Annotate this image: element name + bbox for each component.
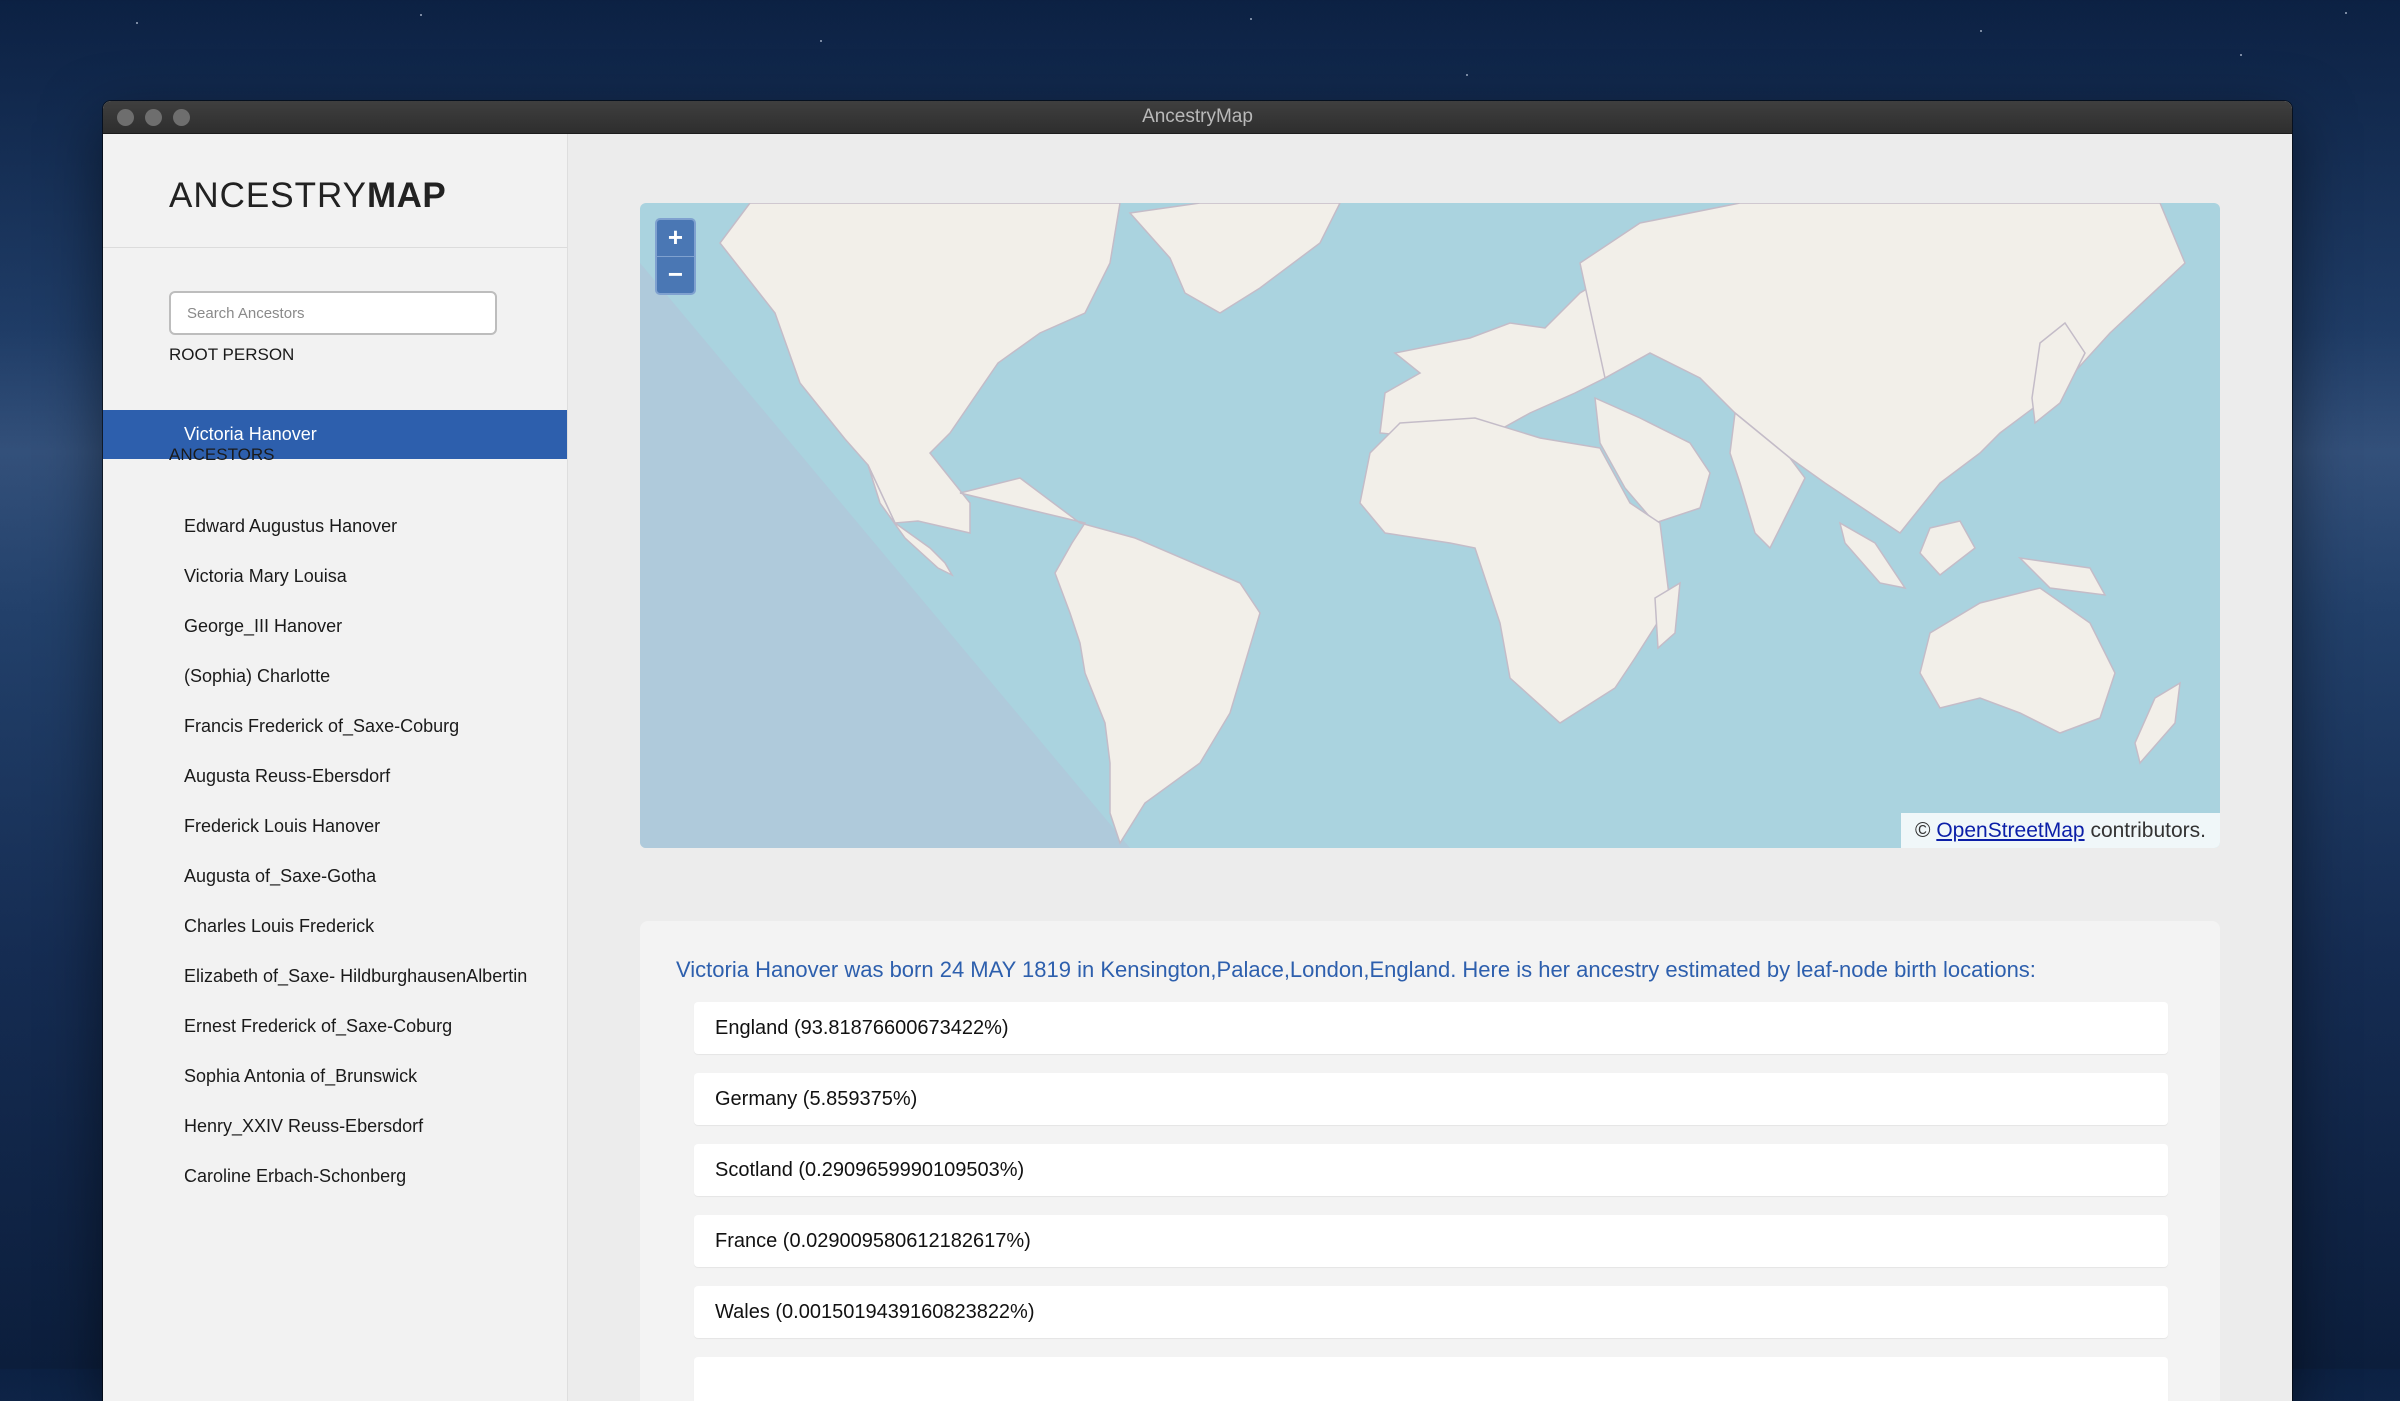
ancestor-item[interactable]: Elizabeth of_Saxe- HildburghausenAlberti… (103, 951, 567, 1001)
window-title: AncestryMap (1142, 106, 1253, 127)
divider (103, 247, 567, 248)
birth-summary: Victoria Hanover was born 24 MAY 1819 in… (676, 957, 2036, 982)
star (136, 22, 138, 24)
zoom-control: + − (655, 218, 696, 295)
ancestor-item[interactable]: George_III Hanover (103, 601, 567, 651)
map-attribution: © OpenStreetMap contributors. (1901, 813, 2220, 848)
sumatra-landmass (1838, 521, 1907, 590)
ancestors-heading: ANCESTORS (169, 445, 275, 464)
app-window: AncestryMap ANCESTRYMAP ROOT PERSON Vict… (103, 101, 2292, 1401)
openstreetmap-link[interactable]: OpenStreetMap (1936, 819, 2084, 842)
logo-bold-text: MAP (366, 176, 447, 215)
star (1980, 30, 1982, 32)
location-item: England (93.81876600673422%) (694, 1002, 2168, 1054)
zoom-in-button[interactable]: + (657, 220, 694, 256)
app-logo: ANCESTRYMAP (169, 176, 446, 216)
ancestor-item[interactable]: Henry_XXIV Reuss-Ebersdorf (103, 1101, 567, 1151)
ancestor-item[interactable]: Augusta of_Saxe-Gotha (103, 851, 567, 901)
ancestor-item[interactable]: Charles Louis Frederick (103, 901, 567, 951)
borneo-landmass (1919, 520, 1976, 577)
greenland-landmass (1128, 203, 1341, 314)
close-window-button[interactable] (117, 109, 134, 126)
star (2240, 54, 2242, 56)
ancestor-item[interactable]: Ernest Frederick of_Saxe-Coburg (103, 1001, 567, 1051)
ancestry-details-panel: Victoria Hanover was born 24 MAY 1819 in… (640, 921, 2220, 1401)
title-bar[interactable]: AncestryMap (103, 101, 2292, 134)
attribution-suffix: contributors. (2090, 819, 2206, 842)
search-ancestors-input[interactable] (169, 291, 497, 335)
birth-location-list: England (93.81876600673422%) Germany (5.… (694, 1002, 2168, 1401)
ancestor-item[interactable]: (Sophia) Charlotte (103, 651, 567, 701)
ancestor-item[interactable]: Francis Frederick of_Saxe-Coburg (103, 701, 567, 751)
location-item: France (0.029009580612182617%) (694, 1215, 2168, 1267)
location-item: Wales (0.0015019439160823822%) (694, 1286, 2168, 1338)
zoom-window-button[interactable] (173, 109, 190, 126)
ancestor-item[interactable]: Frederick Louis Hanover (103, 801, 567, 851)
ancestor-item[interactable]: Victoria Mary Louisa (103, 551, 567, 601)
australia-landmass (1919, 587, 2116, 734)
new-zealand-landmass (2134, 681, 2181, 765)
star (2345, 12, 2347, 14)
star (820, 40, 822, 42)
map-tiles (640, 203, 2186, 848)
minimize-window-button[interactable] (145, 109, 162, 126)
ancestor-list: Edward Augustus Hanover Victoria Mary Lo… (103, 501, 567, 1201)
star (420, 14, 422, 16)
ancestor-item[interactable]: Edward Augustus Hanover (103, 501, 567, 551)
location-item: Scotland (0.2909659990109503%) (694, 1144, 2168, 1196)
logo-light-text: ANCESTRY (169, 176, 367, 215)
ancestor-item[interactable]: Augusta Reuss-Ebersdorf (103, 751, 567, 801)
star (1250, 18, 1252, 20)
copyright-symbol: © (1915, 819, 1931, 842)
root-person-heading: ROOT PERSON (169, 345, 295, 364)
star (1466, 74, 1468, 76)
location-item (694, 1357, 2168, 1401)
ancestor-item[interactable]: Sophia Antonia of_Brunswick (103, 1051, 567, 1101)
location-item: Germany (5.859375%) (694, 1073, 2168, 1125)
zoom-out-button[interactable]: − (657, 256, 694, 293)
ancestor-item[interactable]: Caroline Erbach-Schonberg (103, 1151, 567, 1201)
sidebar: ANCESTRYMAP ROOT PERSON Victoria Hanover… (103, 134, 568, 1401)
world-map[interactable]: + − © OpenStreetMap contributors. (640, 203, 2220, 848)
